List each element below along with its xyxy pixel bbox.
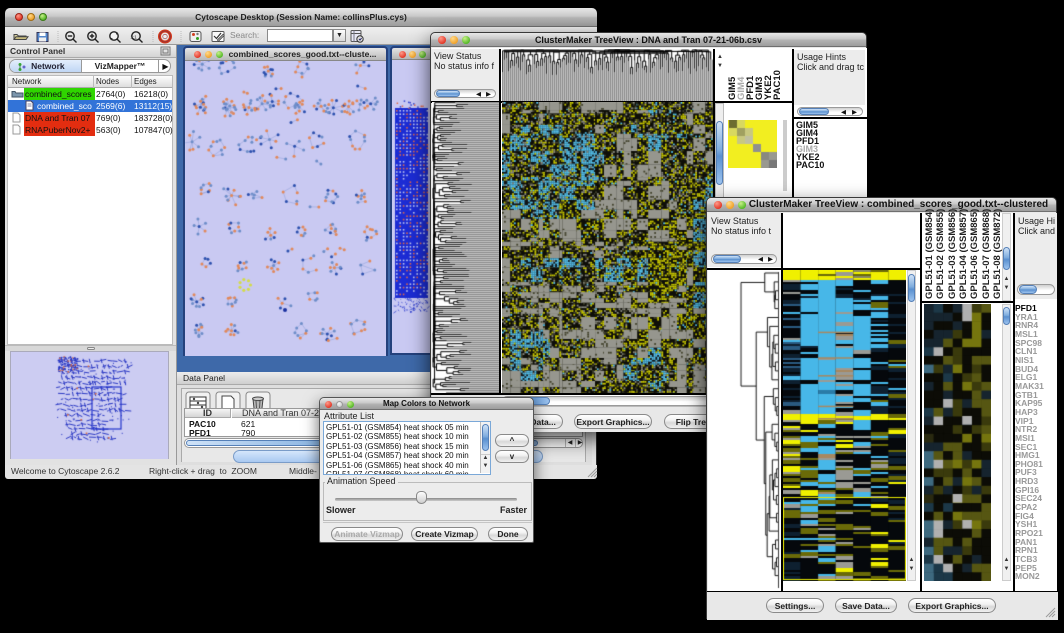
svg-text:1:1: 1:1	[130, 35, 137, 40]
